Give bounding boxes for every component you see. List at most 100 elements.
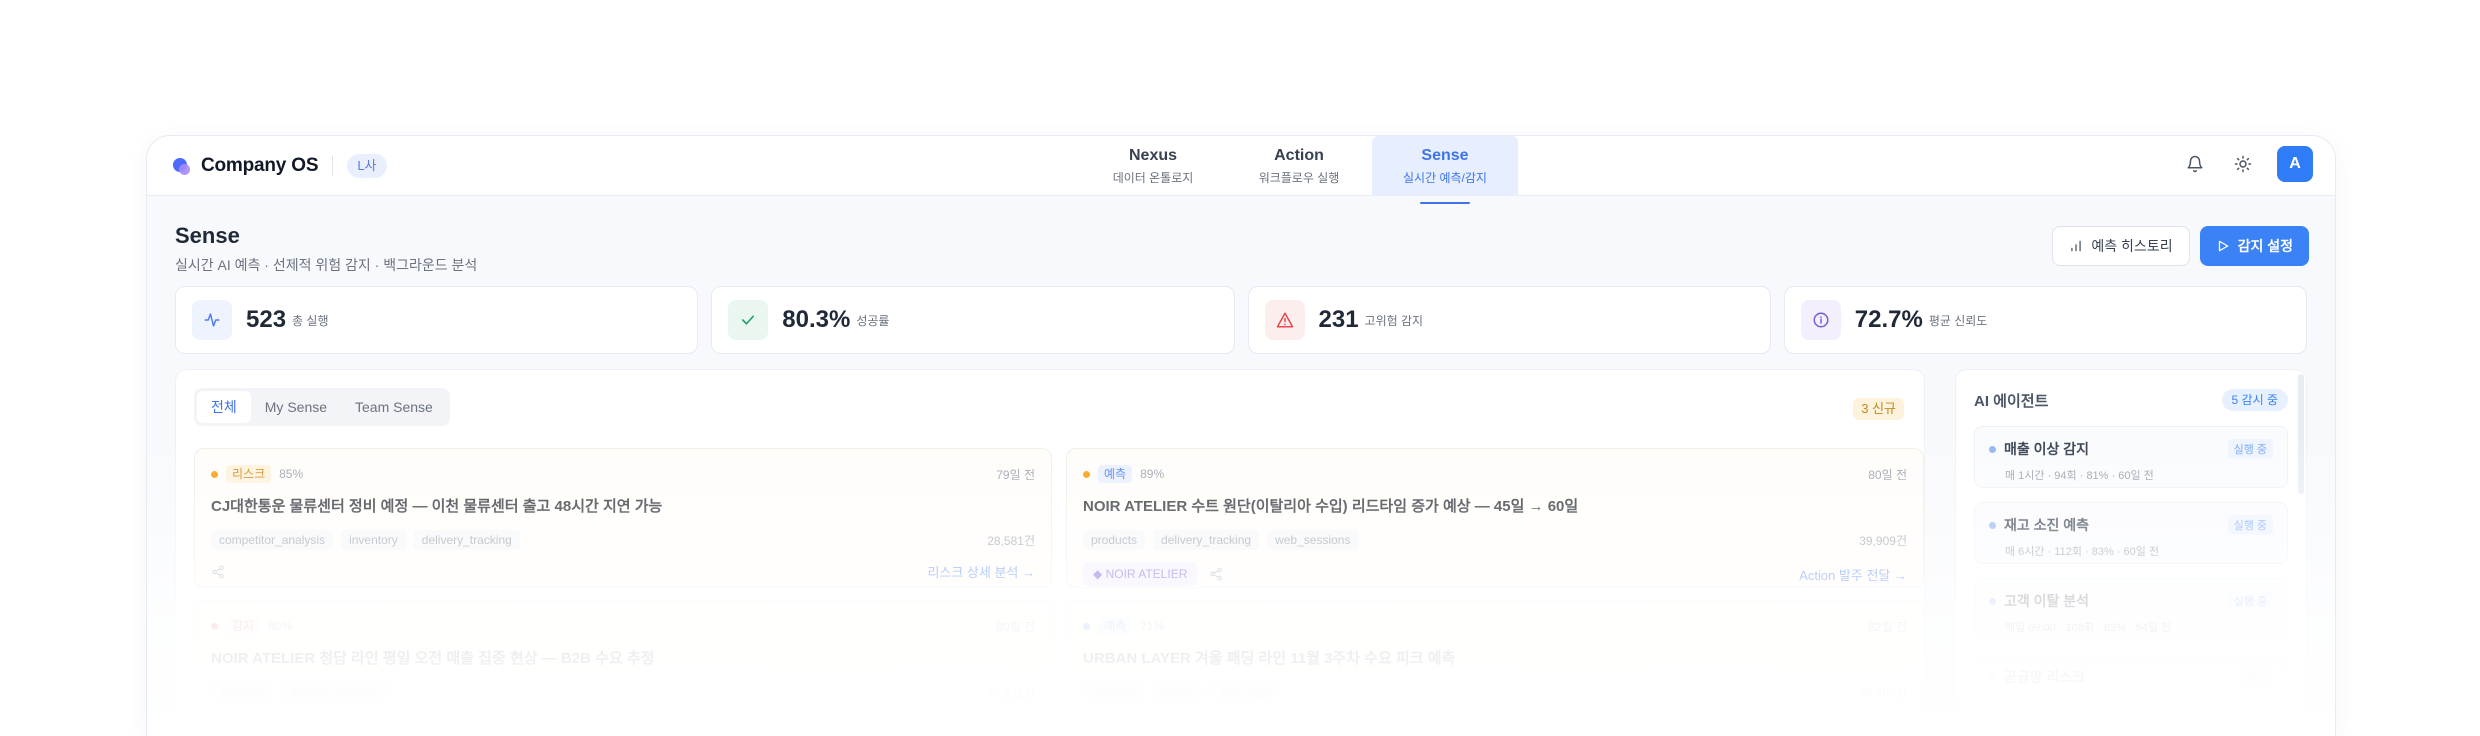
logo-icon: [173, 157, 191, 175]
card-title: URBAN LAYER 겨울 패딩 라인 11월 3주차 수요 피크 예측: [1083, 650, 1456, 667]
timestamp: 82일 전: [1868, 619, 1907, 634]
agent-meta: 매 1시간 · 94회 · 81% · 60일 전: [2005, 470, 2154, 482]
scrollbar[interactable]: [2298, 374, 2304, 494]
agent-item[interactable]: 매출 이상 감지 실행 중 매 1시간 · 94회 · 81% · 60일 전: [1974, 426, 2288, 488]
alert-icon: [1264, 300, 1305, 340]
source-chip: delivery_tracking: [1153, 530, 1260, 550]
record-count: 29,921건: [987, 685, 1035, 700]
agent-name: 공급망 리스크: [2004, 669, 2086, 685]
source-chip: web_logs: [1211, 682, 1278, 702]
record-count: 35,400건: [1859, 685, 1907, 700]
nav-tab-title: Sense: [1421, 146, 1469, 164]
user-avatar[interactable]: A: [2277, 146, 2313, 182]
risk-detail-link[interactable]: 리스크 상세 분석 →: [927, 562, 1035, 581]
source-chip: products: [1083, 682, 1146, 702]
confidence: 80%: [268, 619, 293, 633]
info-icon: [1800, 300, 1841, 340]
source-chip: products: [1083, 530, 1146, 550]
stat-card-high-risk: 231 고위험 감지: [1247, 286, 1771, 354]
org-badge[interactable]: L사: [347, 154, 387, 178]
nav-tab-nexus[interactable]: Nexus 데이터 온톨로지: [1080, 136, 1226, 196]
app-window: Company OS L사 Nexus 데이터 온톨로지 Action 워크플로…: [146, 135, 2336, 736]
agent-name: 재고 소진 예측: [2004, 517, 2090, 533]
source-chip: web_sessions: [1267, 530, 1359, 550]
stat-card-total-runs: 523 총 실행: [175, 286, 699, 354]
status-dot: [211, 622, 218, 630]
sun-icon: [2234, 155, 2252, 173]
nav-tab-title: Action: [1274, 146, 1324, 164]
source-chip: delivery_tracking: [413, 530, 520, 550]
bell-icon: [2187, 155, 2203, 173]
agent-item[interactable]: 공급망 리스크 대기: [1974, 654, 2288, 716]
card-title: CJ대한통운 물류센터 정비 예정 — 이천 물류센터 출고 48시간 지연 가…: [211, 498, 663, 515]
stat-label: 고위험 감지: [1364, 313, 1424, 328]
agent-status-dot: [1989, 521, 1996, 529]
record-count: 28,581건: [987, 533, 1035, 548]
nav-tab-sense[interactable]: Sense 실시간 예측/감지: [1372, 136, 1518, 204]
page-header: Sense 실시간 AI 예측 · 선제적 위험 감지 · 백그라운드 분석: [175, 223, 477, 275]
header-actions: 예측 히스토리 감지 설정: [2052, 226, 2309, 266]
nav-tab-subtitle: 실시간 예측/감지: [1403, 170, 1487, 185]
insight-card[interactable]: 예측 71% 82일 전 URBAN LAYER 겨울 패딩 라인 11월 3주…: [1066, 600, 1924, 736]
agent-status-dot: [1989, 673, 1996, 681]
agent-name: 고객 이탈 분석: [2004, 593, 2090, 609]
notification-button[interactable]: [2177, 146, 2213, 182]
action-order-link[interactable]: Action 발주 전달 →: [1799, 565, 1907, 584]
main-nav: Nexus 데이터 온톨로지 Action 워크플로우 실행 Sense 실시간…: [1080, 136, 1518, 204]
agent-item[interactable]: 고객 이탈 분석 실행 중 매일 09:00 · 108회 · 82% · 54…: [1974, 578, 2288, 640]
feed-filter-tabs: 전체 My Sense Team Sense: [194, 388, 450, 426]
stat-label: 총 실행: [292, 313, 329, 328]
agent-meta: 매일 09:00 · 108회 · 82% · 54일 전: [2005, 622, 2172, 634]
share-icon[interactable]: [211, 565, 225, 579]
stat-value: 231: [1318, 306, 1359, 333]
agent-status-dot: [1989, 445, 1996, 453]
agent-status: 실행 중: [2227, 439, 2273, 459]
timestamp: 80일 전: [996, 619, 1035, 634]
sense-feed: 전체 My Sense Team Sense 3 신규 리스크 85% 79일 …: [175, 369, 1925, 736]
nav-tab-subtitle: 데이터 온톨로지: [1112, 170, 1194, 185]
agent-meta: 매 6시간 · 112회 · 83% · 60일 전: [2005, 546, 2160, 558]
brand-name: Company OS: [201, 155, 319, 176]
source-chip: competitor_analysis: [211, 530, 334, 550]
insight-card[interactable]: 리스크 85% 79일 전 CJ대한통운 물류센터 정비 예정 — 이천 물류센…: [194, 448, 1052, 588]
category-tag: 예측: [1098, 465, 1133, 483]
stats-row: 523 총 실행 80.3% 성공률 231 고위험 감지 72.7% 평균 신…: [175, 286, 2307, 354]
top-navbar: Company OS L사 Nexus 데이터 온톨로지 Action 워크플로…: [147, 136, 2335, 204]
nav-tab-title: Nexus: [1128, 146, 1178, 164]
theme-toggle-button[interactable]: [2225, 146, 2261, 182]
stat-card-avg-confidence: 72.7% 평균 신뢰도: [1783, 286, 2307, 354]
top-actions: A: [2165, 146, 2313, 182]
stat-label: 평균 신뢰도: [1928, 313, 1988, 328]
prediction-history-button[interactable]: 예측 히스토리: [2052, 226, 2190, 266]
source-chip: orders: [1153, 682, 1204, 702]
insight-card[interactable]: 예측 89% 80일 전 NOIR ATELIER 수트 원단(이탈리아 수입)…: [1066, 448, 1924, 588]
timestamp: 79일 전: [996, 467, 1035, 482]
card-title: NOIR ATELIER 수트 원단(이탈리아 수입) 리드타임 증가 예상 —…: [1083, 498, 1579, 515]
tab-team-sense[interactable]: Team Sense: [341, 391, 447, 423]
entity-name: NOIR ATELIER: [1105, 567, 1188, 581]
new-count-badge: 3 신규: [1853, 398, 1904, 420]
timestamp: 80일 전: [1868, 467, 1907, 482]
record-count: 39,909건: [1859, 533, 1907, 548]
detection-settings-label: 감지 설정: [2237, 238, 2293, 254]
check-icon: [728, 300, 769, 340]
tab-all[interactable]: 전체: [197, 391, 251, 423]
tab-my-sense[interactable]: My Sense: [251, 391, 341, 423]
source-chip: delivery_tracking: [281, 682, 388, 702]
card-title: NOIR ATELIER 청담 라인 평일 오전 매출 집중 현상 — B2B …: [211, 650, 655, 667]
agents-title: AI 에이전트: [1974, 392, 2049, 410]
stat-value: 80.3%: [782, 306, 851, 333]
nav-tab-action[interactable]: Action 워크플로우 실행: [1226, 136, 1372, 196]
status-dot: [1083, 622, 1090, 630]
agent-item[interactable]: 재고 소진 예측 실행 중 매 6시간 · 112회 · 83% · 60일 전: [1974, 502, 2288, 564]
detection-settings-button[interactable]: 감지 설정: [2199, 226, 2309, 266]
agent-status: 실행 중: [2227, 515, 2273, 535]
insight-card[interactable]: 감지 80% 80일 전 NOIR ATELIER 청담 라인 평일 오전 매출…: [194, 600, 1052, 736]
agent-status-dot: [1989, 597, 1996, 605]
prediction-history-label: 예측 히스토리: [2091, 238, 2173, 254]
stat-value: 523: [246, 306, 287, 333]
agent-status: 실행 중: [2227, 591, 2273, 611]
share-icon[interactable]: [1209, 567, 1223, 581]
brand[interactable]: Company OS L사: [173, 150, 387, 182]
entity-chip[interactable]: ◆ NOIR ATELIER: [1083, 562, 1198, 586]
